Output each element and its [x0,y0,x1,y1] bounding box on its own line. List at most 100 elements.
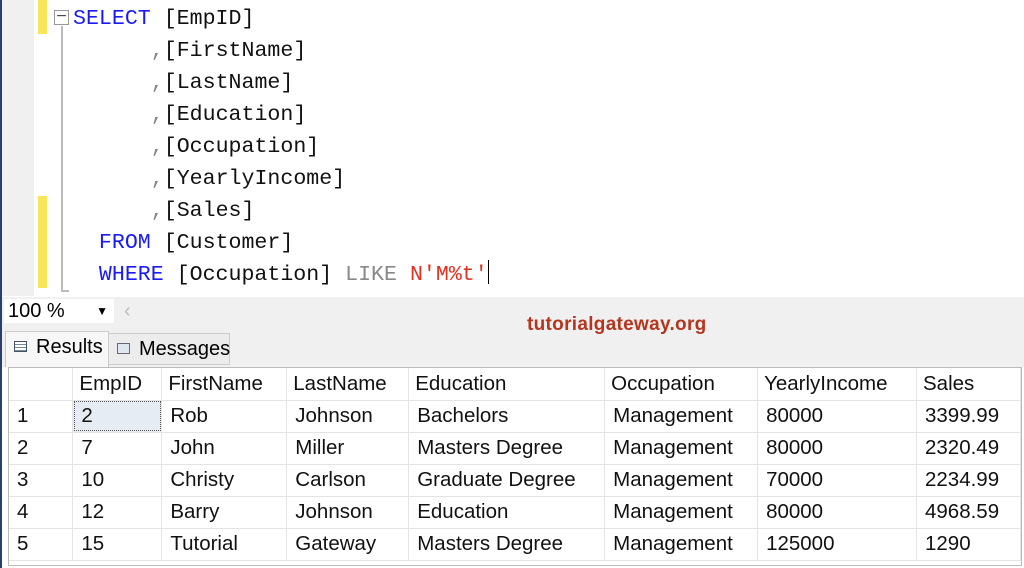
code-line: ,[YearlyIncome] [73,163,489,195]
code-token: LIKE [345,263,397,287]
column-header[interactable]: Sales [916,368,1021,401]
grid-cell[interactable]: 7 [72,432,163,465]
table-row[interactable]: 1 2 Rob Johnson Bachelors Management 80000 3399… [9,400,1021,433]
grid-cell[interactable]: John [161,432,288,465]
grid-cell[interactable]: 2320.49 [916,432,1021,465]
grid-cell[interactable]: Masters Degree [408,528,606,561]
code-line: ,[Education] [73,99,489,131]
column-header[interactable]: Education [408,368,606,401]
code-line: WHERE [Occupation] LIKE N'M%t' [73,259,489,291]
grid-cell[interactable]: Education [408,496,606,529]
code-token: [YearlyIncome] [163,167,346,191]
grid-cell[interactable]: 80000 [757,432,917,465]
grid-cell[interactable]: Graduate Degree [408,464,606,497]
code-token: [Occupation] [163,135,320,159]
column-header[interactable]: YearlyIncome [757,368,917,401]
grid-cell[interactable]: Management [604,400,759,433]
grid-cell[interactable]: Barry [161,496,288,529]
code-token: [Customer] [150,231,294,255]
grid-cell[interactable]: Johnson [286,496,410,529]
row-number[interactable]: 1 [9,400,74,433]
grid-cell[interactable]: Miller [286,432,410,465]
column-header[interactable]: LastName [286,368,410,401]
grid-cell[interactable]: 4968.59 [916,496,1021,529]
table-row[interactable]: 4 12 Barry Johnson Education Management 80000 4… [9,496,1021,529]
code-line: SELECT [EmpID] [73,3,489,35]
code-line: FROM [Customer] [73,227,489,259]
scroll-left-icon[interactable]: ‹ [124,297,131,325]
query-editor[interactable]: − SELECT [EmpID] ,[FirstName] ,[LastName… [2,0,1024,296]
results-grid[interactable]: EmpID FirstName LastName Education Occupatio… [8,367,1022,566]
column-header[interactable]: FirstName [161,368,288,401]
collapse-icon[interactable]: − [54,9,69,25]
grid-cell[interactable]: 12 [72,496,163,529]
code-token: [Education] [163,103,307,127]
grid-cell[interactable]: 2234.99 [916,464,1021,497]
grid-cell[interactable]: 10 [72,464,163,497]
code-token: [Occupation] [163,263,346,287]
grid-cell[interactable]: 125000 [757,528,917,561]
grid-cell[interactable]: 1290 [916,528,1021,561]
row-number[interactable]: 4 [9,496,74,529]
table-row[interactable]: 5 15 Tutorial Gateway Masters Degree Manageme… [9,528,1021,561]
code-line: ,[LastName] [73,67,489,99]
column-header[interactable] [9,368,74,401]
grid-cell[interactable]: Management [604,432,759,465]
code-token: , [150,135,164,159]
grid-cell[interactable]: Management [604,528,759,561]
code-token: WHERE [98,263,164,287]
grid-cell[interactable]: Carlson [286,464,410,497]
grid-cell[interactable]: Masters Degree [408,432,606,465]
row-number[interactable]: 2 [9,432,74,465]
grid-cell[interactable]: 80000 [757,496,917,529]
text-caret [487,260,489,284]
results-tabs: Results Messages [2,325,1024,367]
grid-cell[interactable]: 2 [72,400,163,433]
sql-code[interactable]: SELECT [EmpID] ,[FirstName] ,[LastName] … [73,3,489,291]
grid-cell[interactable]: Gateway [286,528,410,561]
grid-cell[interactable]: Bachelors [408,400,606,433]
table-row[interactable]: 3 10 Christy Carlson Graduate Degree Manageme… [9,464,1021,497]
change-marker [38,196,47,288]
tab-label: Results [36,336,103,358]
code-token: , [150,39,164,63]
code-token: , [150,167,164,191]
tab-label: Messages [139,338,231,360]
zoom-bar: 100 % ▼ ‹ [2,297,1024,325]
grid-header: EmpID FirstName LastName Education Occupatio… [9,368,1021,401]
change-marker [38,0,47,34]
zoom-select[interactable]: 100 % ▼ [4,299,114,323]
grid-cell[interactable]: Management [604,496,759,529]
code-line: ,[Occupation] [73,131,489,163]
code-token: , [150,199,164,223]
chevron-down-icon: ▼ [96,304,108,318]
grid-cell[interactable]: 15 [72,528,163,561]
code-token: N'M%t' [409,263,488,287]
grid-cell[interactable]: Rob [161,400,288,433]
editor-gutter [2,0,34,296]
fold-guide [61,26,69,292]
grid-icon [14,341,27,352]
grid-cell[interactable]: 3399.99 [916,400,1021,433]
tab-results[interactable]: Results [5,331,109,367]
column-header[interactable]: EmpID [72,368,163,401]
table-row[interactable]: 2 7 John Miller Masters Degree Management 8000… [9,432,1021,465]
grid-cell[interactable]: Johnson [286,400,410,433]
grid-cell[interactable]: 70000 [757,464,917,497]
grid-cell[interactable]: Management [604,464,759,497]
column-header[interactable]: Occupation [604,368,759,401]
grid-cell[interactable]: Christy [161,464,288,497]
tab-messages[interactable]: Messages [108,333,230,365]
row-number[interactable]: 5 [9,528,74,561]
code-token: [FirstName] [163,39,307,63]
code-line: ,[Sales] [73,195,489,227]
grid-cell[interactable]: 80000 [757,400,917,433]
row-number[interactable]: 3 [9,464,74,497]
grid-cell[interactable]: Tutorial [161,528,288,561]
code-token: [LastName] [163,71,294,95]
